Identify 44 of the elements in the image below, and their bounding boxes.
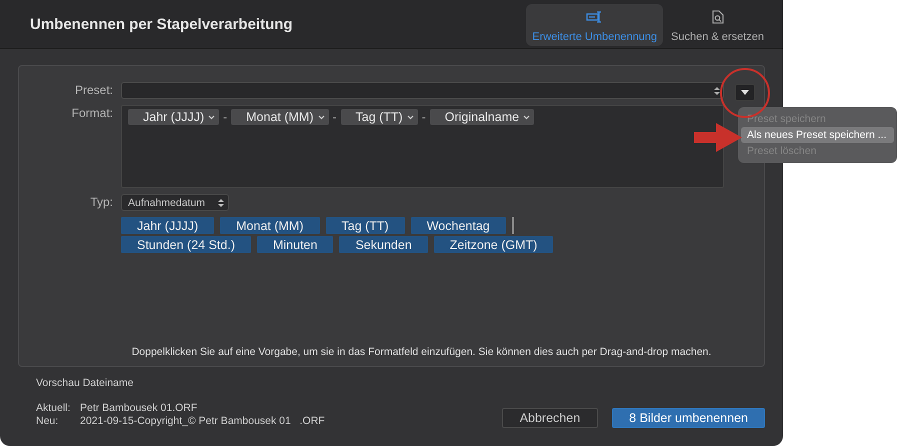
format-field[interactable]: Jahr (JJJJ) - Monat (MM) - Tag (TT) - Originalname <box>121 105 724 188</box>
preset-chip[interactable]: Wochentag <box>410 217 506 234</box>
cancel-button[interactable]: Abbrechen <box>502 408 598 428</box>
separator-text: - <box>332 109 336 126</box>
chevron-icon <box>318 114 324 120</box>
triangle-icon <box>741 90 749 95</box>
text-cursor-icon <box>512 217 514 234</box>
preset-chip[interactable]: Tag (TT) <box>326 217 405 234</box>
stepper-icon <box>218 198 224 208</box>
type-select[interactable]: Aufnahmedatum <box>121 194 229 211</box>
separator-text: - <box>422 109 426 126</box>
format-token[interactable]: Tag (TT) <box>340 109 418 125</box>
separator-text: - <box>223 109 228 126</box>
chevron-icon <box>208 114 216 120</box>
arrow-icon <box>694 123 742 152</box>
field-label: Typ: <box>89 194 113 211</box>
stepper-icon <box>714 86 720 96</box>
format-token[interactable]: Monat (MM) <box>231 109 328 125</box>
preview-value: 2021-09-15-Copyright_© Petr Bambousek 01 .ORF <box>80 415 325 428</box>
format-token[interactable]: Jahr (JJJJ) <box>128 109 220 125</box>
preset-chip[interactable]: Stunden (24 Std.) <box>121 236 251 253</box>
preset-chip[interactable]: Monat (MM) <box>220 217 320 234</box>
preview-title: Vorschau Dateiname <box>36 377 134 389</box>
chevron-icon <box>523 114 530 120</box>
rename-button[interactable]: 8 Bilder umbenennen <box>612 408 765 428</box>
preview-label: Neu: <box>36 415 60 428</box>
menu-item[interactable]: Als neues Preset speichern ... <box>741 127 894 143</box>
preview-value: Petr Bambousek 01.ORF <box>80 402 198 415</box>
document-search-icon <box>712 10 724 24</box>
rename-icon <box>586 10 604 24</box>
preview-label: Aktuell: <box>36 402 72 415</box>
preset-field[interactable] <box>121 82 724 99</box>
tab[interactable]: Suchen & ersetzen <box>665 4 770 46</box>
field-label: Preset: <box>74 82 113 99</box>
format-token[interactable]: Originalname <box>430 109 534 125</box>
chevron-icon <box>406 114 414 120</box>
preset-chip[interactable]: Minuten <box>256 236 334 253</box>
preset-chip[interactable]: Sekunden <box>339 236 428 253</box>
preset-chip[interactable]: Jahr (JJJJ) <box>121 217 214 234</box>
preset-chip[interactable]: Zeitzone (GMT) <box>434 236 554 253</box>
window-title: Umbenennen per Stapelverarbeitung <box>30 16 293 32</box>
field-label: Format: <box>70 105 113 122</box>
preset-menu-button[interactable] <box>735 84 755 101</box>
hint-text: Doppelklicken Sie auf eine Vorgabe, um sie in das Formatfeld einzufügen. Sie können dies auch per Drag-and-drop machen. <box>130 346 712 358</box>
